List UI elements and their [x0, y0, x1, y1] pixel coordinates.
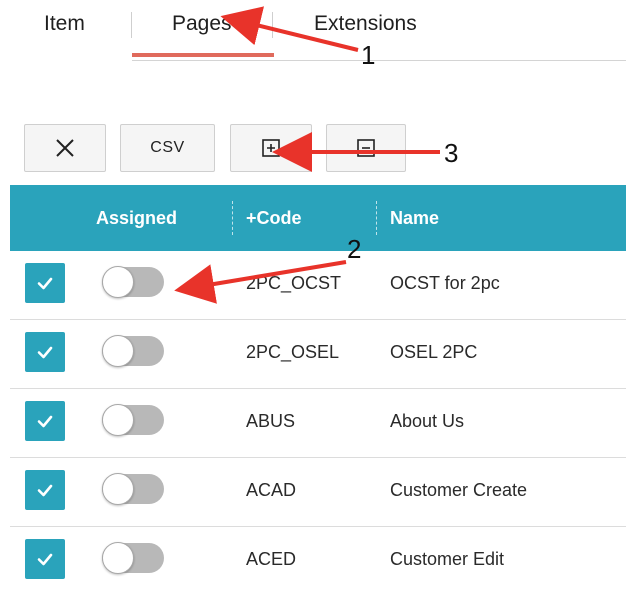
toggle-knob: [102, 404, 134, 436]
row-checkbox[interactable]: [25, 263, 65, 303]
toggle-knob: [102, 266, 134, 298]
column-resizer[interactable]: [376, 201, 377, 235]
assigned-toggle[interactable]: [102, 335, 164, 367]
tab-pages[interactable]: Pages: [172, 8, 232, 40]
row-checkbox[interactable]: [25, 539, 65, 579]
toggle-knob: [102, 473, 134, 505]
close-icon: [56, 139, 74, 157]
checkmark-icon: [37, 277, 53, 290]
plus-square-icon: [262, 139, 280, 157]
toggle-knob: [102, 335, 134, 367]
name-cell: OCST for 2pc: [390, 273, 500, 293]
code-cell: ABUS: [246, 411, 296, 431]
checkmark-icon: [37, 346, 53, 359]
tab-divider: [272, 12, 273, 38]
table-row: ACAD Customer Create: [10, 458, 626, 527]
code-cell: ACAD: [246, 480, 297, 500]
grid-toolbar: CSV: [0, 122, 626, 178]
tab-bar-divider: [132, 60, 626, 61]
pages-table: Assigned +Code Name 2PC_OCST OCST for 2p…: [10, 185, 626, 595]
tab-divider: [131, 12, 132, 38]
name-cell: Customer Edit: [390, 549, 505, 569]
name-cell: OSEL 2PC: [390, 342, 478, 362]
annotation-label-1: 1: [361, 40, 376, 70]
checkmark-icon: [37, 484, 53, 497]
assigned-toggle[interactable]: [102, 473, 164, 505]
name-cell: Customer Create: [390, 480, 528, 500]
active-tab-indicator: [132, 53, 274, 57]
column-header-code[interactable]: +Code: [246, 185, 302, 251]
table-row: 2PC_OCST OCST for 2pc: [10, 251, 626, 320]
tab-bar: Item Pages Extensions: [0, 0, 626, 62]
checkmark-icon: [37, 415, 53, 428]
collapse-all-button[interactable]: [326, 124, 406, 172]
annotation-label-3: 3: [444, 138, 459, 168]
checkmark-icon: [37, 553, 53, 566]
row-checkbox[interactable]: [25, 332, 65, 372]
name-cell: About Us: [390, 411, 465, 431]
row-checkbox[interactable]: [25, 470, 65, 510]
assigned-toggle[interactable]: [102, 542, 164, 574]
column-header-name[interactable]: Name: [390, 185, 439, 251]
column-header-assigned[interactable]: Assigned: [96, 185, 177, 251]
tab-item[interactable]: Item: [44, 8, 85, 40]
minus-square-icon: [357, 139, 375, 157]
code-cell: 2PC_OCST: [246, 273, 342, 293]
expand-all-button[interactable]: [230, 124, 312, 172]
table-row: ABUS About Us: [10, 389, 626, 458]
column-resizer[interactable]: [232, 201, 233, 235]
code-cell: ACED: [246, 549, 297, 569]
code-cell: 2PC_OSEL: [246, 342, 340, 362]
table-row: 2PC_OSEL OSEL 2PC: [10, 320, 626, 389]
close-button[interactable]: [24, 124, 106, 172]
csv-export-button[interactable]: CSV: [120, 124, 215, 172]
assigned-toggle[interactable]: [102, 404, 164, 436]
assigned-toggle[interactable]: [102, 266, 164, 298]
table-header: Assigned +Code Name: [10, 185, 626, 251]
toggle-knob: [102, 542, 134, 574]
row-checkbox[interactable]: [25, 401, 65, 441]
table-row: ACED Customer Edit: [10, 527, 626, 595]
tab-extensions[interactable]: Extensions: [314, 8, 417, 40]
annotation-label-2: 2: [347, 234, 362, 264]
